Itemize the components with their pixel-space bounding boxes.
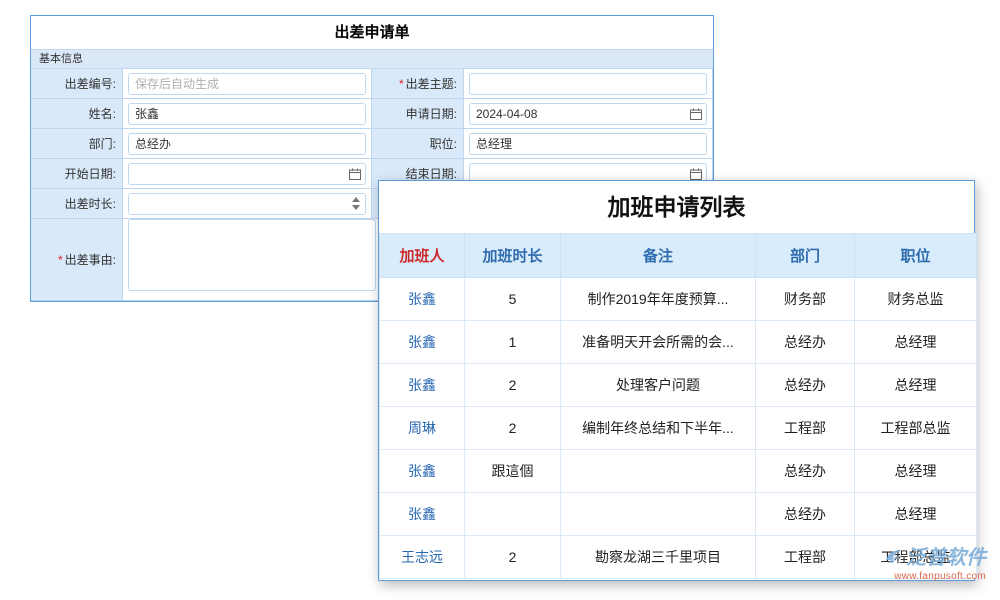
table-cell: 财务总监 [855,278,977,321]
table-row: 张鑫 总经办总经理 [380,493,977,536]
table-cell: 总经办 [756,321,855,364]
table-cell: 工程部 [756,407,855,450]
position-input[interactable] [469,133,707,155]
duration-label: 出差时长: [31,189,123,219]
calendar-icon[interactable] [690,108,702,120]
label-text: 出差主题: [406,75,457,92]
table-cell: 制作2019年年度预算... [561,278,756,321]
name-label: 姓名: [31,99,123,129]
reason-textarea[interactable] [128,219,376,291]
table-cell: 编制年终总结和下半年... [561,407,756,450]
table-row: 周琳2编制年终总结和下半年...工程部工程部总监 [380,407,977,450]
label-text: 职位: [430,135,457,152]
overtime-person-link[interactable]: 张鑫 [380,364,465,407]
dept-input[interactable] [128,133,366,155]
table-cell: 总经理 [855,364,977,407]
position-field [464,129,713,159]
label-text: 开始日期: [65,165,116,182]
label-text: 出差编号: [65,75,116,92]
dept-label: 部门: [31,129,123,159]
apply-date-input[interactable] [469,103,707,125]
table-cell: 工程部 [756,536,855,579]
start-date-field [123,159,372,189]
position-label: 职位: [372,129,464,159]
overtime-person-link[interactable]: 张鑫 [380,321,465,364]
table-cell: 总经理 [855,450,977,493]
reason-label: * 出差事由: [31,219,123,301]
table-cell [561,493,756,536]
label-text: 申请日期: [406,105,457,122]
name-input[interactable] [128,103,366,125]
table-row: 王志远2勘察龙湖三千里项目工程部工程部总监 [380,536,977,579]
table-cell: 财务部 [756,278,855,321]
table-cell: 跟這個 [465,450,561,493]
label-text: 姓名: [89,105,116,122]
overtime-table-header-row: 加班人加班时长备注部门职位 [380,234,977,278]
table-cell: 2 [465,536,561,579]
label-text: 部门: [89,135,116,152]
label-text: 出差时长: [65,195,116,212]
trip-no-input[interactable] [128,73,366,95]
duration-field [123,189,372,219]
table-cell: 总经办 [756,493,855,536]
table-cell [561,450,756,493]
table-row: 张鑫5制作2019年年度预算...财务部财务总监 [380,278,977,321]
duration-input[interactable] [128,193,366,215]
overtime-person-link[interactable]: 周琳 [380,407,465,450]
basic-info-section-header: 基本信息 [31,49,713,69]
trip-no-label: 出差编号: [31,69,123,99]
table-cell: 5 [465,278,561,321]
column-header: 部门 [756,234,855,278]
number-stepper[interactable] [352,197,360,210]
column-header: 加班人 [380,234,465,278]
overtime-person-link[interactable]: 张鑫 [380,450,465,493]
table-cell: 总经办 [756,450,855,493]
overtime-table-body: 张鑫5制作2019年年度预算...财务部财务总监张鑫1准备明天开会所需的会...… [380,278,977,579]
table-cell: 2 [465,407,561,450]
subject-field [464,69,713,99]
required-mark: * [399,77,404,91]
subject-input[interactable] [469,73,707,95]
apply-date-field [464,99,713,129]
overtime-list-panel: 加班申请列表 加班人加班时长备注部门职位 张鑫5制作2019年年度预算...财务… [378,180,975,581]
calendar-icon[interactable] [690,168,702,180]
table-row: 张鑫跟這個 总经办总经理 [380,450,977,493]
calendar-icon[interactable] [349,168,361,180]
table-cell: 工程部总监 [855,536,977,579]
trip-no-field [123,69,372,99]
column-header: 加班时长 [465,234,561,278]
overtime-list-title: 加班申请列表 [379,181,974,233]
table-cell: 总经理 [855,321,977,364]
apply-date-label: 申请日期: [372,99,464,129]
overtime-person-link[interactable]: 王志远 [380,536,465,579]
table-row: 张鑫2处理客户问题总经办总经理 [380,364,977,407]
table-cell: 1 [465,321,561,364]
subject-label: * 出差主题: [372,69,464,99]
stepper-up-icon[interactable] [352,197,360,202]
required-mark: * [58,253,63,267]
table-cell: 处理客户问题 [561,364,756,407]
table-cell: 工程部总监 [855,407,977,450]
trip-form-title: 出差申请单 [31,16,713,49]
table-cell: 准备明天开会所需的会... [561,321,756,364]
table-cell [465,493,561,536]
table-cell: 2 [465,364,561,407]
overtime-table: 加班人加班时长备注部门职位 张鑫5制作2019年年度预算...财务部财务总监张鑫… [379,233,977,579]
table-row: 张鑫1准备明天开会所需的会...总经办总经理 [380,321,977,364]
overtime-person-link[interactable]: 张鑫 [380,278,465,321]
table-cell: 勘察龙湖三千里项目 [561,536,756,579]
table-cell: 总经办 [756,364,855,407]
dept-field [123,129,372,159]
column-header: 备注 [561,234,756,278]
start-date-label: 开始日期: [31,159,123,189]
label-text: 出差事由: [65,251,116,268]
column-header: 职位 [855,234,977,278]
name-field [123,99,372,129]
start-date-input[interactable] [128,163,366,185]
stepper-down-icon[interactable] [352,205,360,210]
overtime-person-link[interactable]: 张鑫 [380,493,465,536]
table-cell: 总经理 [855,493,977,536]
